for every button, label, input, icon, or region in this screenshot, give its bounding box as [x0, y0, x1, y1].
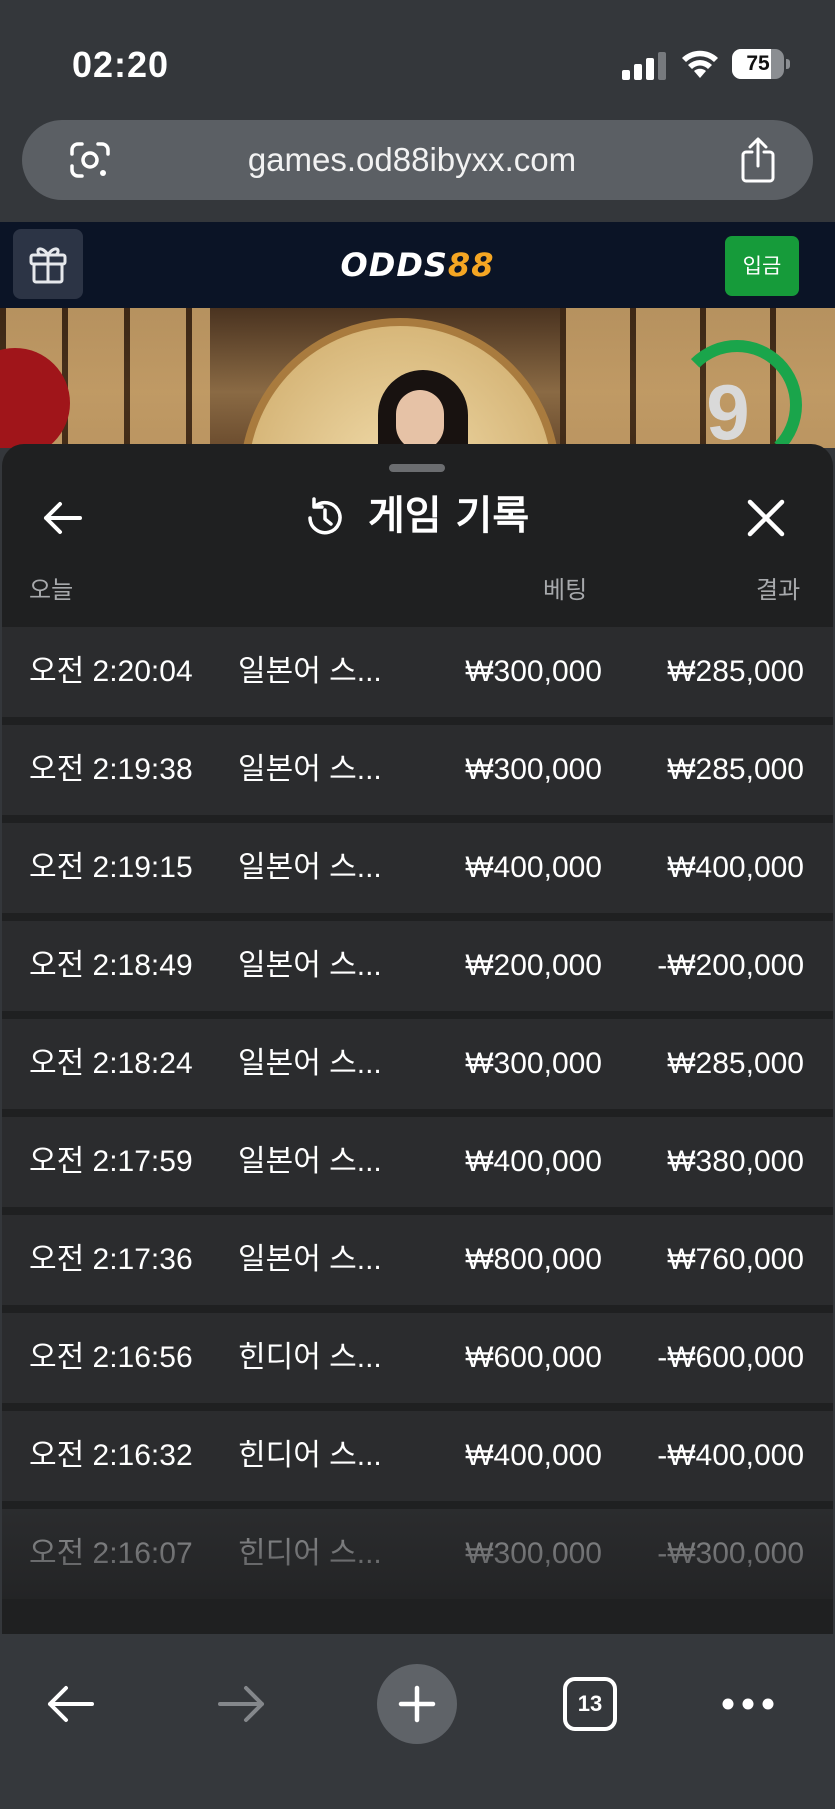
site-header: ODDS88 입금: [0, 222, 835, 308]
browser-back-icon[interactable]: [44, 1682, 96, 1726]
history-row[interactable]: 오전 2:20:04 일본어 스... ₩300,000 ₩285,000: [2, 627, 833, 717]
row-time: 오전 2:17:36: [29, 1243, 193, 1276]
row-result: -₩300,000: [657, 1537, 804, 1570]
row-game: 일본어 스...: [238, 1243, 382, 1276]
history-icon: [308, 497, 342, 535]
row-result: ₩380,000: [667, 1145, 804, 1178]
history-row[interactable]: 오전 2:17:59 일본어 스... ₩400,000 ₩380,000: [2, 1117, 833, 1207]
share-icon[interactable]: [738, 136, 778, 184]
row-time: 오전 2:20:04: [29, 655, 193, 688]
column-header-bet: 베팅: [543, 576, 588, 604]
row-result: ₩760,000: [667, 1243, 804, 1276]
history-row[interactable]: 오전 2:16:56 힌디어 스... ₩600,000 -₩600,000: [2, 1313, 833, 1403]
row-bet: ₩400,000: [465, 851, 602, 884]
plus-icon: [398, 1685, 436, 1723]
close-icon[interactable]: [744, 496, 788, 540]
logo-text-white: ODDS: [340, 246, 448, 284]
row-game: 일본어 스...: [238, 949, 382, 982]
site-logo[interactable]: ODDS88: [300, 242, 535, 288]
row-bet: ₩300,000: [465, 753, 602, 786]
gift-button[interactable]: [13, 229, 83, 299]
row-bet: ₩400,000: [465, 1439, 602, 1472]
browser-toolbar: 13: [0, 1634, 835, 1809]
row-time: 오전 2:16:07: [29, 1537, 193, 1570]
sheet-title: 게임 기록: [368, 493, 530, 539]
row-game: 일본어 스...: [238, 655, 382, 688]
row-result: -₩600,000: [657, 1341, 804, 1374]
row-result: ₩285,000: [667, 1047, 804, 1080]
history-row[interactable]: 오전 2:19:38 일본어 스... ₩300,000 ₩285,000: [2, 725, 833, 815]
sheet-header: 게임 기록: [302, 484, 552, 548]
row-game: 힌디어 스...: [238, 1341, 382, 1374]
google-lens-icon[interactable]: [68, 140, 112, 180]
history-row[interactable]: 오전 2:16:07 힌디어 스... ₩300,000 -₩300,000: [2, 1509, 833, 1599]
deposit-button[interactable]: 입금: [725, 236, 799, 296]
row-time: 오전 2:18:24: [29, 1047, 193, 1080]
row-bet: ₩200,000: [465, 949, 602, 982]
row-game: 일본어 스...: [238, 851, 382, 884]
row-result: ₩285,000: [667, 655, 804, 688]
wifi-icon: [682, 50, 718, 78]
gift-icon: [29, 247, 67, 284]
row-time: 오전 2:19:15: [29, 851, 193, 884]
browser-forward-icon[interactable]: [216, 1682, 268, 1726]
row-game: 일본어 스...: [238, 753, 382, 786]
row-game: 일본어 스...: [238, 1145, 382, 1178]
history-row[interactable]: 오전 2:17:36 일본어 스... ₩800,000 ₩760,000: [2, 1215, 833, 1305]
row-result: -₩200,000: [657, 949, 804, 982]
column-header-result: 결과: [756, 576, 801, 604]
row-bet: ₩600,000: [465, 1341, 602, 1374]
column-header-date: 오늘: [29, 576, 74, 604]
row-time: 오전 2:18:49: [29, 949, 193, 982]
history-row[interactable]: 오전 2:16:32 힌디어 스... ₩400,000 -₩400,000: [2, 1411, 833, 1501]
address-bar[interactable]: games.od88ibyxx.com: [22, 120, 813, 200]
row-time: 오전 2:19:38: [29, 753, 193, 786]
row-time: 오전 2:16:32: [29, 1439, 193, 1472]
sheet-grab-handle[interactable]: [389, 464, 445, 472]
row-game: 일본어 스...: [238, 1047, 382, 1080]
row-bet: ₩800,000: [465, 1243, 602, 1276]
row-bet: ₩400,000: [465, 1145, 602, 1178]
row-result: -₩400,000: [657, 1439, 804, 1472]
status-time: 02:20: [72, 44, 170, 85]
cellular-signal-icon: [622, 52, 666, 80]
back-arrow-icon[interactable]: [40, 496, 84, 540]
row-result: ₩285,000: [667, 753, 804, 786]
row-bet: ₩300,000: [465, 1537, 602, 1570]
new-tab-button[interactable]: [377, 1664, 457, 1744]
row-game: 힌디어 스...: [238, 1537, 382, 1570]
row-bet: ₩300,000: [465, 1047, 602, 1080]
countdown-number: 9: [706, 368, 750, 456]
logo-text-yellow: 88: [447, 246, 495, 284]
more-options-icon[interactable]: [720, 1694, 776, 1714]
row-bet: ₩300,000: [465, 655, 602, 688]
tab-switcher-button[interactable]: 13: [563, 1677, 617, 1731]
status-bar: 02:20 75: [0, 0, 835, 118]
history-row[interactable]: 오전 2:18:24 일본어 스... ₩300,000 ₩285,000: [2, 1019, 833, 1109]
history-row[interactable]: 오전 2:18:49 일본어 스... ₩200,000 -₩200,000: [2, 921, 833, 1011]
history-row[interactable]: 오전 2:19:15 일본어 스... ₩400,000 ₩400,000: [2, 823, 833, 913]
row-time: 오전 2:16:56: [29, 1341, 193, 1374]
dealer-face: [396, 390, 444, 448]
battery-percent: 75: [746, 52, 770, 75]
row-game: 힌디어 스...: [238, 1439, 382, 1472]
url-text[interactable]: games.od88ibyxx.com: [132, 120, 692, 200]
row-time: 오전 2:17:59: [29, 1145, 193, 1178]
battery-icon: 75: [732, 49, 790, 79]
row-result: ₩400,000: [667, 851, 804, 884]
